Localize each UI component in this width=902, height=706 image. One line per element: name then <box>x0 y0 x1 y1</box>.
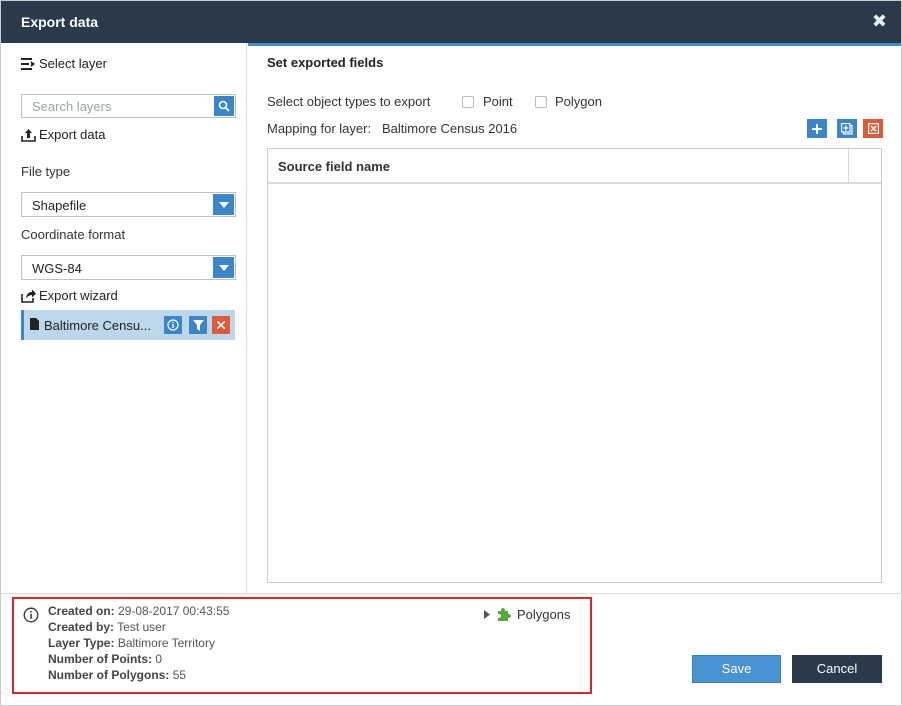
polygons-tree-node[interactable]: Polygons <box>484 607 570 622</box>
polygon-checkbox[interactable] <box>535 96 547 108</box>
mapping-layer-name: Baltimore Census 2016 <box>382 121 518 136</box>
layer-list-item[interactable]: Baltimore Censu... <box>21 310 235 340</box>
footer-divider <box>1 593 901 594</box>
file-type-label: File type <box>21 164 71 179</box>
info-icon[interactable] <box>164 316 182 334</box>
export-data-heading: Export data <box>21 127 106 142</box>
number-of-polygons-row: Number of Polygons: 55 <box>48 668 187 682</box>
dialog-title: Export data <box>21 14 99 30</box>
document-icon <box>30 318 39 330</box>
mapping-label: Mapping for layer: <box>267 121 372 136</box>
add-all-fields-icon[interactable] <box>837 119 857 138</box>
cancel-button[interactable]: Cancel <box>792 655 882 683</box>
panel-accent-bar <box>248 43 901 46</box>
layer-item-name: Baltimore Censu... <box>44 318 151 333</box>
chevron-down-icon[interactable] <box>213 257 234 278</box>
object-types-label: Select object types to export <box>267 94 431 109</box>
share-icon <box>21 289 36 303</box>
export-data-dialog: Export data ✖ Select layer Search layers… <box>0 0 902 706</box>
export-wizard-heading[interactable]: Export wizard <box>21 288 118 303</box>
source-field-name-header[interactable]: Source field name <box>278 159 390 174</box>
point-label: Point <box>483 94 513 109</box>
caret-right-icon[interactable] <box>484 610 490 619</box>
remove-all-fields-icon[interactable] <box>863 119 883 138</box>
upload-icon <box>21 128 36 142</box>
dialog-titlebar: Export data ✖ <box>1 1 901 43</box>
polygon-label: Polygon <box>555 94 602 109</box>
number-of-points-row: Number of Points: 0 <box>48 652 163 666</box>
table-header: Source field name <box>268 149 881 184</box>
export-wizard-label: Export wizard <box>39 288 118 303</box>
file-type-select[interactable]: Shapefile <box>21 192 236 217</box>
search-icon[interactable] <box>214 96 234 116</box>
export-data-label: Export data <box>39 127 106 142</box>
remove-icon[interactable] <box>212 316 230 334</box>
created-by-row: Created by: Test user <box>48 620 166 634</box>
fields-table: Source field name <box>267 148 882 583</box>
polygons-node-label: Polygons <box>517 607 571 622</box>
chevron-down-icon[interactable] <box>213 194 234 215</box>
select-layer-label: Select layer <box>39 56 107 71</box>
search-placeholder: Search layers <box>32 99 112 114</box>
coordinate-format-label: Coordinate format <box>21 227 126 242</box>
layer-type-row: Layer Type: Baltimore Territory <box>48 636 215 650</box>
column-divider <box>848 149 849 182</box>
layer-info-panel: Created on: 29-08-2017 00:43:55 Created … <box>12 597 592 694</box>
info-circle-icon <box>23 607 39 623</box>
save-button[interactable]: Save <box>692 655 781 683</box>
point-checkbox[interactable] <box>462 96 474 108</box>
coordinate-format-value: WGS-84 <box>32 261 82 276</box>
close-icon[interactable]: ✖ <box>872 11 887 32</box>
file-type-value: Shapefile <box>32 198 87 213</box>
coordinate-format-select[interactable]: WGS-84 <box>21 255 236 280</box>
add-field-button[interactable] <box>807 119 827 138</box>
puzzle-icon <box>498 608 511 621</box>
list-select-icon <box>21 57 35 70</box>
created-on-row: Created on: 29-08-2017 00:43:55 <box>48 604 230 618</box>
search-layers-input[interactable]: Search layers <box>21 94 236 118</box>
select-layer-heading: Select layer <box>21 56 107 71</box>
filter-icon[interactable] <box>189 316 207 334</box>
set-exported-fields-title: Set exported fields <box>267 55 384 70</box>
